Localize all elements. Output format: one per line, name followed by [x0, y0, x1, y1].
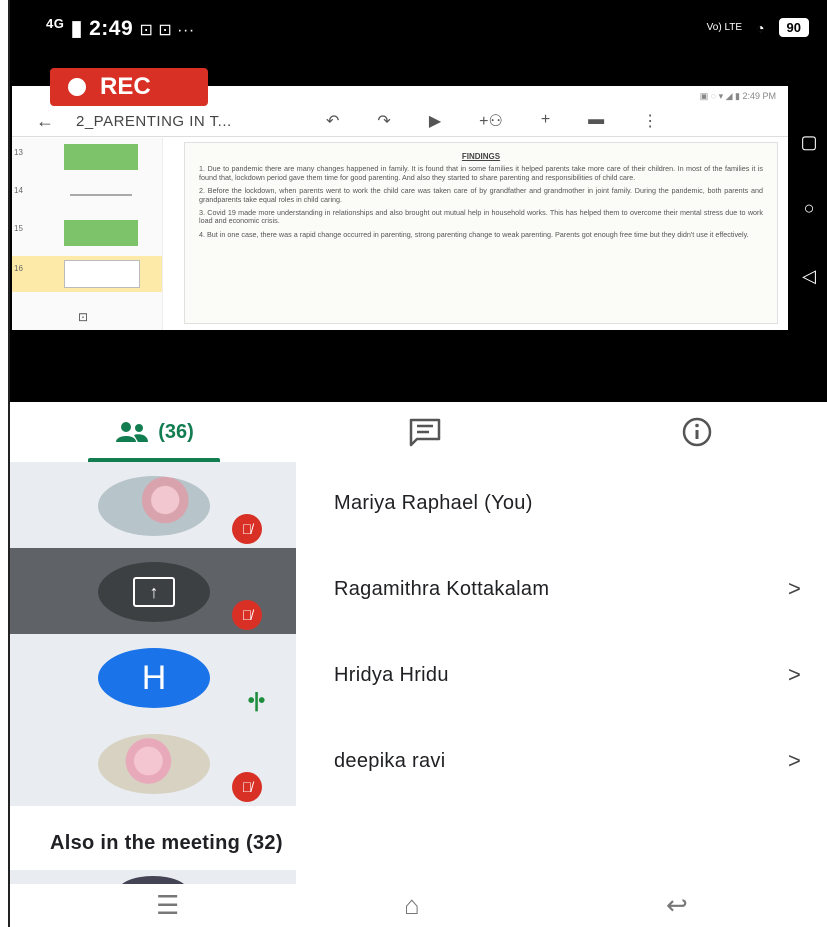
thumbnail-row: 14 — [12, 178, 162, 214]
app-frame: 4G ▮ 2:49 ⊡ ⊡ ··· Vo) LTE ◔ 90 REC ▣ ◌ ▾… — [8, 0, 827, 927]
system-nav-bar: ☰ ⌂ ↩ — [10, 884, 827, 927]
shared-device-icons: ▣ ◌ ▾ ◢ ▮ — [699, 91, 743, 101]
screen-share-icon: ↑ — [133, 577, 175, 607]
back-triangle-icon: ◁ — [802, 266, 816, 286]
partial-participant-row — [10, 870, 296, 906]
signal-icon: ▮ — [70, 17, 83, 40]
wifi-icon: ◔ — [756, 19, 765, 36]
volte-indicator: Vo) LTE — [706, 22, 743, 33]
thumbnail-line — [64, 182, 138, 208]
back-arrow-icon: ← — [36, 110, 54, 131]
thumbnail-number: 15 — [14, 224, 23, 233]
slide-thumbnails: 13 14 15 16 ⊡ — [12, 138, 163, 330]
speaking-indicator-icon: •|• — [247, 689, 266, 712]
slide-paragraph: 3. Covid 19 made more understanding in r… — [199, 208, 763, 226]
thumbnail-number: 16 — [14, 264, 23, 273]
recording-badge: REC — [50, 68, 208, 106]
slide-paragraph: 1. Due to pandemic there are many change… — [199, 164, 763, 182]
mic-off-icon: 🎙̸ — [232, 514, 262, 544]
home-icon[interactable]: ⌂ — [404, 890, 420, 921]
status-left: 4G ▮ 2:49 ⊡ ⊡ ··· — [46, 16, 195, 41]
video-area: 4G ▮ 2:49 ⊡ ⊡ ··· Vo) LTE ◔ 90 REC ▣ ◌ ▾… — [10, 0, 827, 402]
mic-off-icon: 🎙̸ — [232, 600, 262, 630]
participant-name: Mariya Raphael (You) — [334, 492, 533, 514]
avatar: ↑ — [98, 562, 210, 622]
home-circle-icon: ○ — [803, 198, 815, 218]
network-indicator: 4G — [46, 16, 65, 31]
avatar-column: H •|• — [10, 634, 296, 720]
meeting-tabs: (36) — [10, 402, 827, 462]
participant-row[interactable]: 🎙̸ deepika ravi > — [10, 720, 827, 806]
participant-row[interactable]: 🎙̸ Mariya Raphael (You) — [10, 462, 827, 548]
thumbnail-green — [64, 220, 138, 246]
thumbnail-row: 13 — [12, 140, 162, 176]
record-dot-icon — [68, 78, 86, 96]
add-slide-icon: ⊡ — [78, 310, 89, 324]
avatar — [98, 476, 210, 536]
participant-name: Hridya Hridu — [334, 664, 449, 686]
thumbnail-row: 15 — [12, 216, 162, 252]
slide-paragraph: 4. But in one case, there was a rapid ch… — [199, 229, 749, 239]
status-time: 2:49 — [89, 17, 134, 40]
thumbnail-row-selected: 16 — [12, 256, 162, 292]
plus-icon: + — [540, 111, 551, 128]
shared-screen: ▣ ◌ ▾ ◢ ▮ 2:49 PM ← 2_PARENTING IN T... … — [12, 86, 788, 330]
slide-heading: FINDINGS — [461, 152, 501, 161]
avatar-column: ↑ 🎙̸ — [10, 548, 296, 634]
presentation-title: 2_PARENTING IN T... — [76, 112, 232, 130]
redo-icon: ↷ — [377, 113, 391, 130]
undo-icon: ↶ — [326, 113, 340, 130]
play-icon: ▶ — [428, 113, 442, 130]
avatar — [98, 734, 210, 794]
tab-info[interactable] — [672, 402, 722, 462]
avatar-column: 🎙̸ — [10, 720, 296, 806]
slides-tools: ↶ ↷ ▶ +⚇ + ▬ ⋮ — [326, 111, 658, 131]
recording-label: REC — [100, 73, 151, 100]
participant-row[interactable]: H •|• Hridya Hridu > — [10, 634, 827, 720]
participant-row[interactable]: ↑ 🎙̸ Ragamithra Kottakalam > — [10, 548, 827, 634]
people-count: (36) — [158, 420, 194, 443]
info-icon — [682, 417, 712, 447]
participant-name: Ragamithra Kottakalam — [334, 578, 550, 600]
thumbnail-number: 13 — [14, 148, 23, 157]
chevron-right-icon[interactable]: > — [788, 662, 801, 688]
tab-people[interactable]: (36) — [88, 402, 220, 462]
battery-indicator: 90 — [778, 18, 809, 37]
also-in-meeting-heading: Also in the meeting (32) — [50, 832, 283, 854]
back-icon[interactable]: ↩ — [666, 890, 688, 921]
tab-chat[interactable] — [400, 402, 450, 462]
more-icon: ⋮ — [642, 113, 659, 130]
thumbnail-number: 14 — [14, 186, 23, 195]
participant-name: deepika ravi — [334, 750, 446, 772]
add-person-icon: +⚇ — [479, 113, 503, 130]
avatar-column: 🎙̸ — [10, 462, 296, 548]
people-icon — [114, 421, 150, 443]
comment-icon: ▬ — [588, 111, 605, 128]
avatar: H — [98, 648, 210, 708]
chevron-right-icon[interactable]: > — [788, 748, 801, 774]
chat-icon — [409, 418, 441, 447]
chevron-right-icon[interactable]: > — [788, 576, 801, 602]
thumbnail-selected — [64, 260, 140, 288]
slides-toolbar: ← 2_PARENTING IN T... ↶ ↷ ▶ +⚇ + ▬ ⋮ — [12, 106, 788, 137]
slide-paragraph: 2. Before the lockdown, when parents wen… — [199, 186, 763, 204]
recents-icon: ▢ — [800, 132, 818, 152]
status-bar: 4G ▮ 2:49 ⊡ ⊡ ··· Vo) LTE ◔ 90 — [10, 0, 827, 60]
notification-icons: ⊡ ⊡ ··· — [139, 22, 195, 39]
shared-device-time: 2:49 PM — [742, 91, 776, 101]
mic-off-icon: 🎙̸ — [232, 772, 262, 802]
menu-icon[interactable]: ☰ — [156, 890, 179, 921]
thumbnail-green — [64, 144, 138, 170]
status-right: Vo) LTE ◔ 90 — [707, 18, 809, 37]
slide-page: FINDINGS 1. Due to pandemic there are ma… — [184, 142, 778, 324]
